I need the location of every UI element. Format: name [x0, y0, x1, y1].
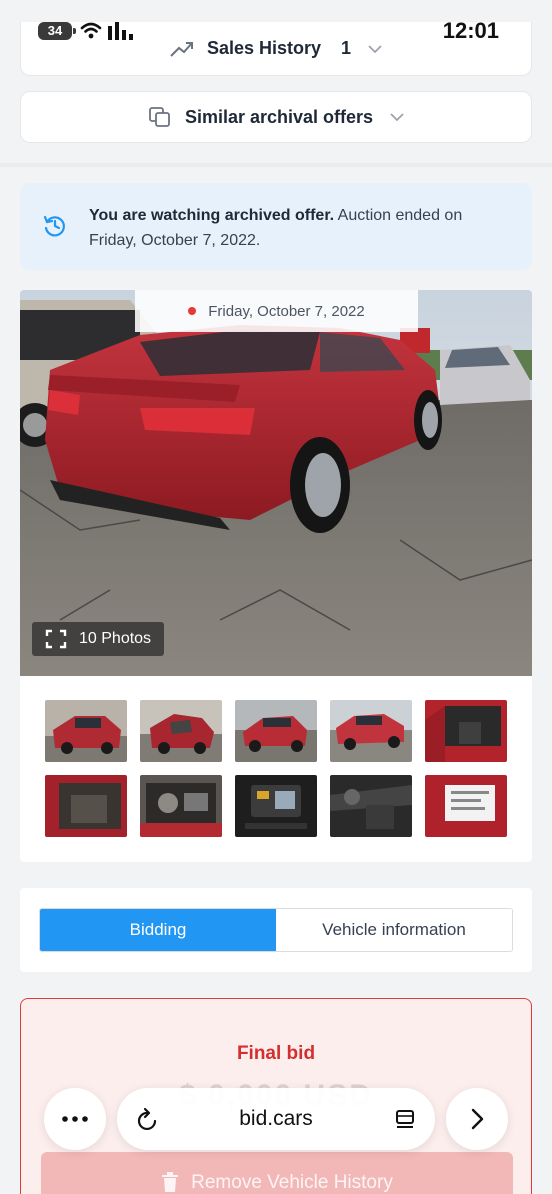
battery-icon: 34	[38, 22, 76, 40]
thumbnail[interactable]	[140, 700, 222, 762]
forward-button[interactable]	[446, 1088, 508, 1150]
thumbnail[interactable]	[235, 775, 317, 837]
divider	[0, 163, 552, 167]
clock: 12:01	[442, 18, 499, 43]
thumbnail[interactable]	[140, 775, 222, 837]
more-button[interactable]	[44, 1088, 106, 1150]
tab-vehicle-information[interactable]: Vehicle information	[276, 909, 512, 951]
browser-toolbar: bid.cars	[0, 1087, 552, 1151]
photo-date-text: Friday, October 7, 2022	[208, 302, 365, 320]
trash-icon	[162, 1172, 179, 1192]
car-photo	[20, 290, 532, 676]
chevron-right-icon	[471, 1108, 484, 1130]
remove-vehicle-history-button[interactable]: Remove Vehicle History	[41, 1152, 513, 1194]
thumbnail[interactable]	[425, 775, 507, 837]
similar-offers-toggle[interactable]: Similar archival offers	[20, 91, 532, 143]
notice-text: You are watching archived offer. Auction…	[89, 203, 509, 253]
thumbnail[interactable]	[330, 775, 412, 837]
status-bar: 34 12:01	[0, 0, 552, 60]
copy-icon	[149, 107, 170, 127]
address-bar[interactable]: bid.cars	[117, 1088, 435, 1150]
archived-notice: You are watching archived offer. Auction…	[20, 183, 532, 270]
history-icon	[43, 215, 65, 237]
signal-icon	[108, 22, 133, 40]
notice-bold: You are watching archived offer.	[89, 207, 335, 224]
detail-tabs: Bidding Vehicle information	[39, 908, 513, 952]
wifi-icon	[80, 22, 102, 39]
similar-offers-label: Similar archival offers	[184, 106, 374, 127]
main-photo[interactable]: Friday, October 7, 2022 10 Photos	[20, 290, 532, 676]
remove-vehicle-history-label: Remove Vehicle History	[191, 1172, 393, 1193]
detail-tabs-card: Bidding Vehicle information	[20, 888, 532, 972]
reader-mode-icon[interactable]	[394, 1109, 416, 1131]
thumbnail[interactable]	[330, 700, 412, 762]
thumbnail[interactable]	[45, 775, 127, 837]
thumbnail[interactable]	[235, 700, 317, 762]
thumbnail[interactable]	[425, 700, 507, 762]
thumbnail-grid	[45, 700, 507, 837]
tab-bidding[interactable]: Bidding	[40, 909, 276, 951]
url-text: bid.cars	[239, 1107, 313, 1130]
photo-gallery: Friday, October 7, 2022 10 Photos	[20, 290, 532, 862]
live-dot-icon	[188, 307, 197, 315]
photo-date: Friday, October 7, 2022	[135, 290, 418, 332]
chevron-down-icon	[390, 113, 404, 122]
photos-count: 10 Photos	[79, 630, 152, 647]
final-bid-label: Final bid	[236, 1043, 316, 1064]
thumbnail[interactable]	[45, 700, 127, 762]
fullscreen-icon	[45, 629, 67, 649]
photos-button[interactable]: 10 Photos	[32, 622, 165, 656]
ellipsis-icon	[62, 1116, 88, 1122]
